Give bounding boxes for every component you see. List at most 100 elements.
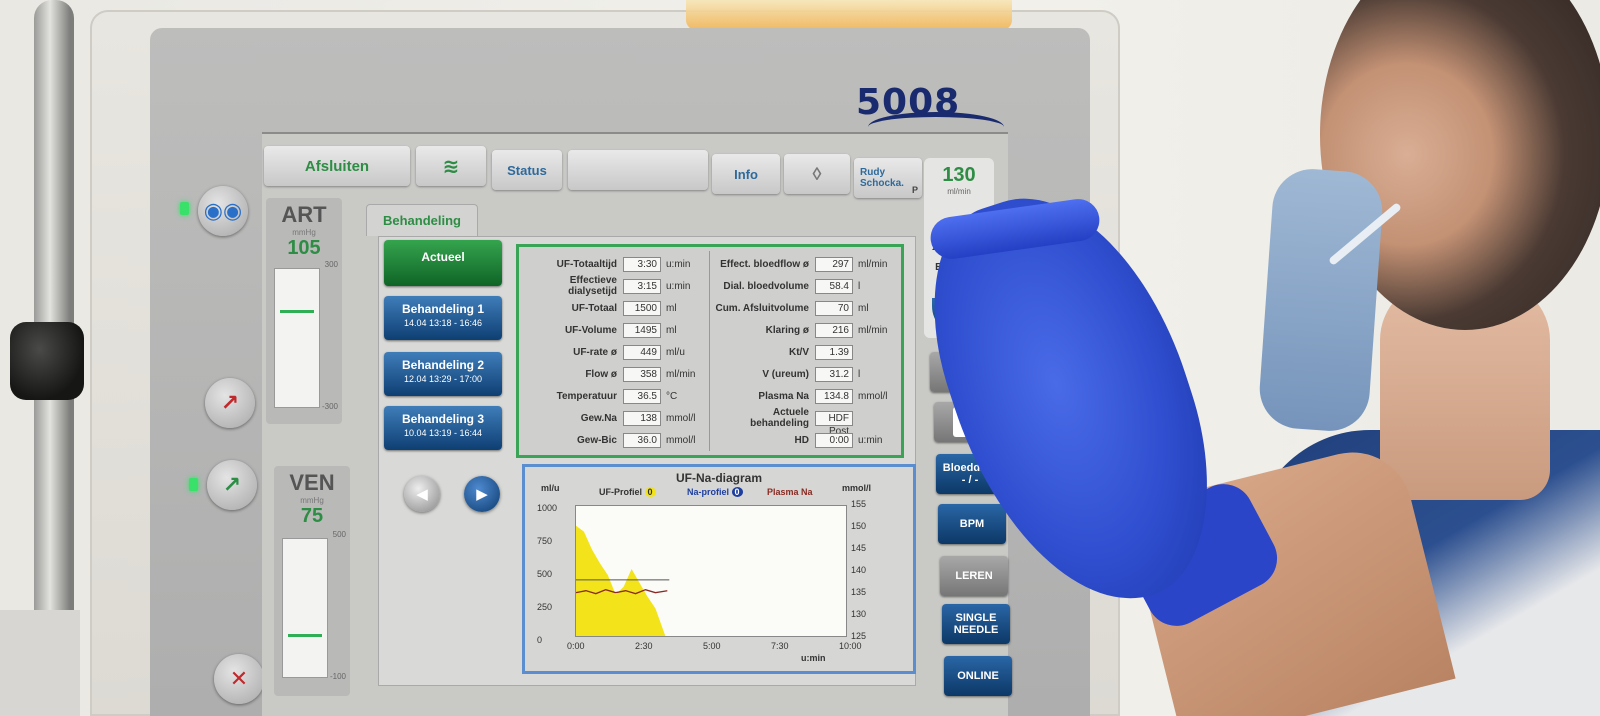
parameter-label: Klaring ø: [765, 324, 809, 336]
alarm-mute-button[interactable]: ✕: [214, 654, 264, 704]
column-divider: [709, 251, 710, 451]
blood-pump-button[interactable]: ◉◉: [198, 186, 248, 236]
pole-base: [0, 610, 80, 716]
parameter-value: 1495: [623, 322, 661, 338]
gauge-bar: [274, 268, 320, 408]
face-mask: [1257, 166, 1385, 434]
drop-button[interactable]: ◊: [784, 154, 850, 194]
parameter-unit: ml/min: [858, 258, 888, 270]
side-menu-button[interactable]: BPM: [938, 504, 1006, 544]
treatment-3-button[interactable]: Behandeling 3 10.04 13:19 - 16:44: [384, 406, 502, 450]
bloodflow-unit: ml/min: [947, 187, 971, 196]
parameter-value: HDF Post: [815, 410, 853, 437]
button-label-line2: NEEDLE: [953, 624, 999, 636]
blank-button[interactable]: [568, 150, 708, 190]
parameter-value: 36.0: [623, 432, 661, 448]
status-button[interactable]: Status: [492, 150, 562, 190]
dialysate-button[interactable]: ≋: [416, 146, 486, 186]
parameter-label: Effect. bloedflow ø: [720, 258, 809, 270]
axis-tick-label: 10:00: [839, 641, 862, 651]
ven-clamp-button[interactable]: ↗: [207, 460, 257, 510]
waves-icon: ≋: [442, 155, 460, 178]
axis-tick-label: 5:00: [703, 641, 721, 651]
tab-behandeling[interactable]: Behandeling: [366, 204, 478, 236]
legend-na-badge: 0: [731, 487, 743, 497]
parameter-unit: mmol/l: [666, 434, 696, 446]
parameter-row: V (ureum) 31.2 l: [715, 363, 887, 385]
treatment-time: 10.04 13:19 - 16:44: [403, 428, 483, 438]
parameter-unit: u:min: [666, 280, 691, 292]
treatment-1-button[interactable]: Behandeling 1 14.04 13:18 - 16:46: [384, 296, 502, 340]
bloodflow-value: 130: [942, 164, 976, 186]
parameter-row: Gew.Na 138 mmol/l: [519, 407, 695, 429]
art-pressure-gauge: ART mmHg 105 300 -300: [266, 198, 342, 424]
parameter-label: UF-rate ø: [573, 346, 617, 358]
treatment-2-button[interactable]: Behandeling 2 12.04 13:29 - 17:00: [384, 352, 502, 396]
axis-tick-label: 750: [537, 536, 553, 546]
parameter-value: 216: [815, 322, 853, 338]
parameter-unit: ml: [666, 324, 677, 336]
axis-tick-label: 500: [537, 569, 553, 579]
button-label-line2: BPM: [959, 518, 985, 530]
parameter-unit: ml/u: [666, 346, 685, 358]
drop-icon: ◊: [812, 163, 822, 184]
parameter-value: 58.4: [815, 278, 853, 294]
gauge-scale-bottom: -300: [321, 402, 338, 411]
button-label-line2: ONLINE: [957, 670, 999, 682]
parameter-value: 0:00: [815, 432, 853, 448]
parameter-label: Flow ø: [585, 368, 617, 380]
patient-name-line1: Rudy: [860, 167, 885, 178]
parameter-label: Dial. bloedvolume: [723, 280, 809, 292]
info-button[interactable]: Info: [712, 154, 780, 194]
parameter-label: UF-Volume: [564, 324, 617, 336]
previous-button[interactable]: ◀: [404, 476, 440, 512]
axis-tick-label: 7:30: [771, 641, 789, 651]
treatment-label: Behandeling 1: [401, 302, 484, 316]
axis-tick-label: 0: [537, 635, 543, 645]
arrow-right-icon: ▶: [476, 486, 488, 503]
parameter-unit: ml/min: [858, 324, 888, 336]
art-clamp-button[interactable]: ↗: [205, 378, 255, 428]
mute-icon: ✕: [229, 666, 249, 691]
axis-tick-label: 135: [851, 587, 867, 597]
parameter-value: 3:30: [623, 256, 661, 272]
button-label-line2: - / -: [961, 474, 979, 486]
parameter-value: 1500: [623, 300, 661, 316]
button-label-line1: SINGLE: [955, 612, 997, 624]
parameter-unit: mmol/l: [666, 412, 696, 424]
parameter-row: Cum. Afsluitvolume 70 ml: [715, 297, 887, 319]
parameter-row: Klaring ø 216 ml/min: [715, 319, 887, 341]
gauge-marker: [280, 310, 314, 313]
gauge-label: VEN: [289, 470, 335, 495]
parameter-unit: l: [858, 280, 861, 292]
parameter-value: 36.5: [623, 388, 661, 404]
side-menu-button[interactable]: LEREN: [940, 556, 1008, 596]
gauge-value: 75: [300, 505, 324, 527]
parameter-row: Dial. bloedvolume 58.4 l: [715, 275, 887, 297]
side-menu-button[interactable]: ONLINE: [944, 656, 1012, 696]
treatment-actueel-button[interactable]: Actueel: [384, 240, 502, 286]
axis-tick-label: 145: [851, 543, 867, 553]
parameter-unit: mmol/l: [858, 390, 888, 402]
parameter-label: Gew.Na: [580, 412, 617, 424]
parameter-value: 134.8: [815, 388, 853, 404]
gauge-unit: mmHg: [292, 228, 316, 237]
uf-na-diagram: UF-Na-diagram ml/u mmol/l UF-Profiel 0 N…: [522, 464, 916, 674]
parameter-label: V (ureum): [762, 368, 809, 380]
arrow-left-icon: ◀: [416, 486, 428, 503]
left-axis-unit: ml/u: [541, 483, 560, 493]
patient-button[interactable]: Rudy Schocka. P: [854, 158, 922, 198]
gauge-label: ART: [281, 202, 327, 227]
parameter-row: Gew-Bic 36.0 mmol/l: [519, 429, 695, 451]
afsluiten-button[interactable]: Afsluiten: [264, 146, 410, 186]
parameter-value: 297: [815, 256, 853, 272]
axis-tick-label: 155: [851, 499, 867, 509]
side-menu-button[interactable]: SINGLE NEEDLE: [942, 604, 1010, 644]
gauge-value: 105: [287, 237, 321, 259]
parameter-row: Effect. bloedflow ø 297 ml/min: [715, 253, 887, 275]
status-lamp: [686, 0, 1012, 30]
legend-uf: UF-Profiel 0: [599, 487, 656, 497]
legend-na: Na-profiel 0: [687, 487, 743, 497]
next-button[interactable]: ▶: [464, 476, 500, 512]
parameter-value: 1.39: [815, 344, 853, 360]
